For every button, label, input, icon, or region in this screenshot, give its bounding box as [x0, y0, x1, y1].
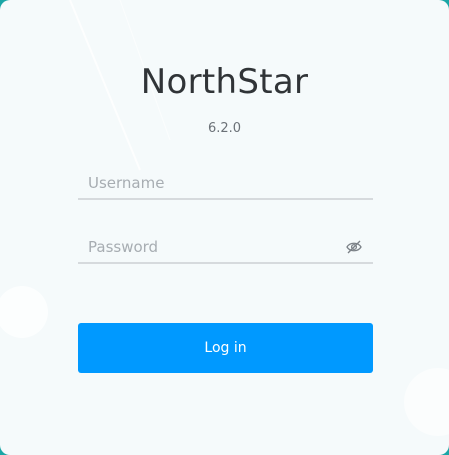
app-version: 6.2.0 — [207, 121, 242, 136]
username-field — [78, 168, 373, 200]
login-card: NorthStar 6.2.0 Log in — [0, 0, 449, 455]
password-input[interactable] — [88, 236, 338, 258]
app-title: NorthStar — [140, 62, 309, 102]
password-field — [78, 232, 373, 264]
username-input[interactable] — [88, 172, 338, 194]
login-button[interactable]: Log in — [78, 323, 373, 373]
eye-slash-icon[interactable] — [346, 240, 362, 254]
